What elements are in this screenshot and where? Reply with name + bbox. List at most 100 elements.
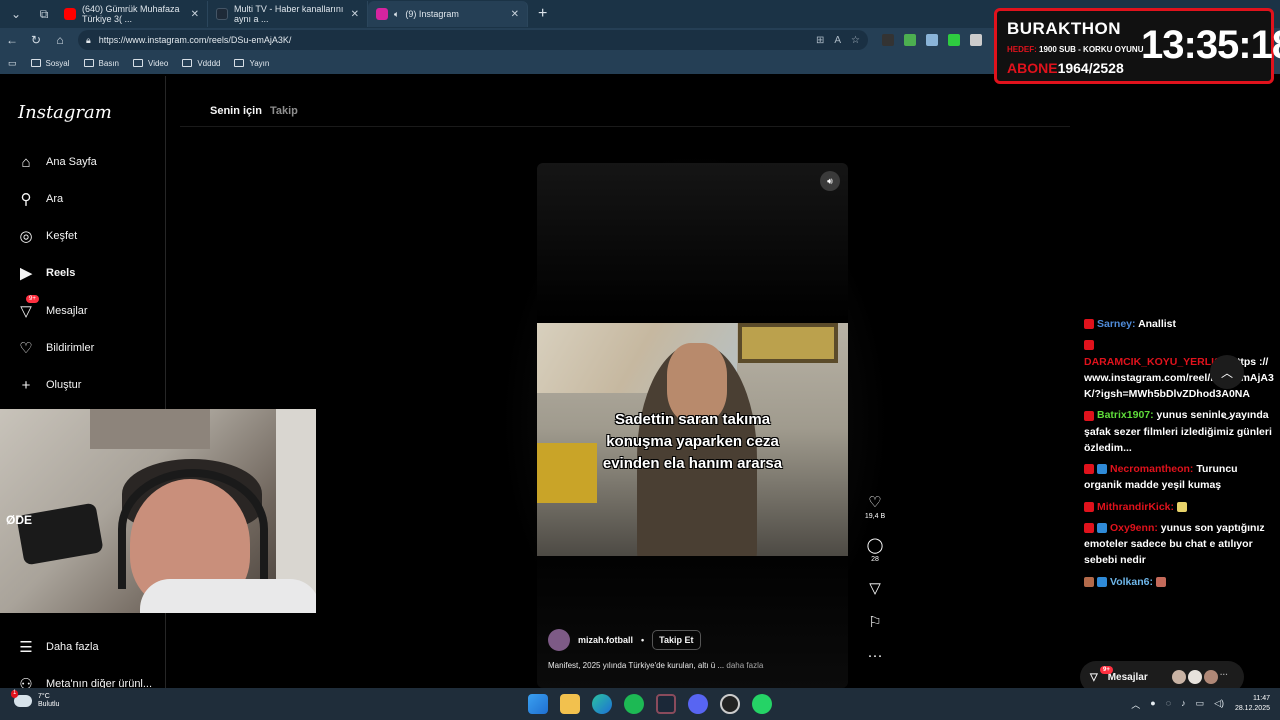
avatar xyxy=(1188,670,1202,684)
spotify-icon[interactable] xyxy=(624,694,644,714)
nav-messages[interactable]: ▽ 9+ Mesajlar xyxy=(18,295,88,320)
nav-notifications[interactable]: ♡ Bildirimler xyxy=(18,340,95,357)
refresh-icon[interactable]: ↻ xyxy=(24,33,48,47)
avatar[interactable] xyxy=(548,629,570,651)
extension-icon[interactable] xyxy=(970,34,982,46)
extension-icon[interactable] xyxy=(882,34,894,46)
like-button[interactable]: ♡ 19,4 B xyxy=(862,493,888,520)
more-options-button[interactable]: ··· xyxy=(862,647,888,665)
bookmark-folder[interactable]: Sosyal xyxy=(30,59,70,68)
share-button[interactable]: ▽ xyxy=(862,579,888,598)
folder-icon xyxy=(234,59,245,67)
home-icon[interactable]: ⌂ xyxy=(48,33,72,47)
chat-user: Volkan6: xyxy=(1110,575,1153,588)
close-icon[interactable]: ✕ xyxy=(511,9,519,20)
system-clock[interactable]: 11:47 28.12.2025 xyxy=(1235,694,1270,714)
file-explorer-icon[interactable] xyxy=(560,694,580,714)
nav-explore[interactable]: ◎ Keşfet xyxy=(18,228,78,245)
reel-player[interactable]: 🔊︎ Sadettin saran takıma konuşma yaparke… xyxy=(537,163,848,688)
windows-taskbar: 1 7°C Bulutlu ︿ ● ◌ ♪ ▭ ◁) 11:47 28.12.20… xyxy=(0,688,1280,720)
description-text: Manifest, 2025 yılında Türkiye'de kurula… xyxy=(548,661,725,670)
nav-home[interactable]: ⌂ Ana Sayfa xyxy=(18,154,96,171)
network-icon[interactable]: ▭ xyxy=(1196,698,1205,711)
badge-icon xyxy=(1084,576,1094,587)
close-icon[interactable]: ✕ xyxy=(191,9,199,20)
more-link[interactable]: daha fazla xyxy=(726,661,763,670)
discord-icon[interactable] xyxy=(688,694,708,714)
tab-for-you[interactable]: Senin için xyxy=(210,105,262,117)
comment-button[interactable]: ◯ 28 xyxy=(862,536,888,563)
tab-actions-icon[interactable]: ⌄ xyxy=(4,3,28,25)
extension-icon[interactable] xyxy=(904,34,916,46)
badge-icon xyxy=(1097,576,1107,587)
whatsapp-icon[interactable] xyxy=(752,694,772,714)
chevron-up-icon[interactable]: ︿ xyxy=(1131,698,1140,711)
bookmark-folder[interactable]: Video xyxy=(133,59,168,68)
volume-icon[interactable]: ◁) xyxy=(1214,698,1224,711)
reels-icon: ▶ xyxy=(20,265,32,282)
weather-widget[interactable]: 1 7°C Bulutlu xyxy=(11,690,60,710)
new-tab-icon[interactable]: + xyxy=(538,5,547,23)
tab-title: Multi TV - Haber kanallarını aynı a ... xyxy=(234,4,344,24)
bookmark-folder[interactable]: Vdddd xyxy=(182,59,220,68)
goal-label: HEDEF: xyxy=(1007,45,1037,54)
weather-desc: Bulutlu xyxy=(38,701,60,709)
username[interactable]: mizah.fotball xyxy=(578,635,633,645)
webcam-feed: ØDE xyxy=(0,409,316,613)
chat-message: Oxy9enn: yunus son yaptığınız emoteler s… xyxy=(1084,520,1274,569)
read-aloud-icon[interactable]: A xyxy=(834,35,841,46)
follow-button[interactable]: Takip Et xyxy=(652,630,701,650)
steam-icon[interactable] xyxy=(656,694,676,714)
tray-app-icon[interactable]: ◌ xyxy=(1166,698,1171,711)
badge-icon xyxy=(1097,523,1107,534)
browser-tab-instagram[interactable]: 🔈︎ (9) Instagram ✕ xyxy=(368,1,528,27)
reading-list-icon[interactable]: ▭ xyxy=(8,58,17,69)
tab-following[interactable]: Takip xyxy=(270,105,298,117)
favorite-star-icon[interactable]: ☆ xyxy=(851,35,860,46)
messenger-icon: ▽ 9+ xyxy=(18,295,39,320)
next-reel-button[interactable]: ﹀ xyxy=(1210,403,1244,437)
browser-tab-youtube[interactable]: (640) Gümrük Muhafaza Türkiye 3( ... ✕ xyxy=(56,1,208,27)
nav-more[interactable]: ☰ Daha fazla xyxy=(18,639,98,656)
nav-label: Keşfet xyxy=(46,230,78,242)
chat-message: DARAMCIK_KOYU_YERLISI: https ://www.inst… xyxy=(1084,337,1274,402)
folder-icon xyxy=(83,59,94,67)
headset xyxy=(118,469,268,589)
sound-icon[interactable]: 🔊︎ xyxy=(820,171,840,191)
lock-icon: 🔒︎ xyxy=(86,34,91,45)
clock-time: 11:47 xyxy=(1253,695,1270,702)
chat-user: DARAMCIK_KOYU_YERLISI: xyxy=(1084,355,1228,368)
start-icon[interactable] xyxy=(528,694,548,714)
previous-reel-button[interactable]: ︿ xyxy=(1210,355,1244,389)
messages-label: Mesajlar xyxy=(1107,671,1148,683)
nav-search[interactable]: ⚲ Ara xyxy=(18,191,64,208)
bookmark-label: Basın xyxy=(98,58,119,68)
reel-video[interactable]: Sadettin saran takıma konuşma yaparken c… xyxy=(537,323,848,556)
nav-reels[interactable]: ▶ Reels xyxy=(18,265,76,282)
edge-icon[interactable] xyxy=(592,694,612,714)
nav-label: Reels xyxy=(46,267,76,279)
obs-icon[interactable] xyxy=(720,694,740,714)
instagram-logo[interactable]: Instagram xyxy=(18,102,112,123)
app-available-icon[interactable]: ⊞ xyxy=(816,35,824,46)
clock-date: 28.12.2025 xyxy=(1234,704,1270,712)
bookmark-folder[interactable]: Yayın xyxy=(234,59,269,68)
extension-icon[interactable] xyxy=(926,34,938,46)
workspaces-icon[interactable]: ⧉ xyxy=(32,3,56,25)
speaker-icon[interactable]: 🔈︎ xyxy=(394,9,399,20)
nav-label: Bildirimler xyxy=(46,342,95,354)
microphone-icon[interactable]: ♪ xyxy=(1181,698,1186,711)
url-field[interactable]: 🔒︎ https://www.instagram.com/reels/DSu-e… xyxy=(78,30,868,50)
back-icon[interactable]: ← xyxy=(0,33,24,47)
save-button[interactable]: ⚐ xyxy=(862,613,888,632)
tray-app-icon[interactable]: ● xyxy=(1150,698,1155,711)
chevron-down-icon: ﹀ xyxy=(1220,413,1233,428)
divider xyxy=(180,126,1070,127)
close-icon[interactable]: ✕ xyxy=(351,9,359,20)
nav-create[interactable]: + Oluştur xyxy=(18,377,82,394)
menu-icon: ☰ xyxy=(19,639,33,656)
browser-tab-multitv[interactable]: Multi TV - Haber kanallarını aynı a ... … xyxy=(208,1,368,27)
extension-icon[interactable] xyxy=(948,34,960,46)
bookmark-folder[interactable]: Basın xyxy=(83,58,119,68)
webcam-background xyxy=(90,409,210,449)
